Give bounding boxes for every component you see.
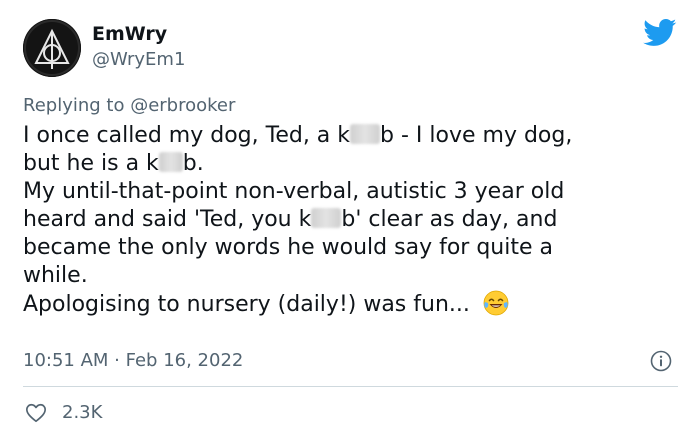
- info-icon[interactable]: [650, 350, 672, 372]
- tweet-line: heard and said 'Ted, you k b' clear as da…: [23, 206, 683, 234]
- tweet-line: while.: [23, 262, 683, 290]
- text-segment: heard and said 'Ted, you k: [23, 207, 312, 232]
- heart-icon: [26, 403, 46, 423]
- text-segment: while.: [23, 263, 88, 288]
- tweet-line: Apologising to nursery (daily!) was fun.…: [23, 290, 683, 319]
- divider: [23, 386, 678, 387]
- tweet-timestamp[interactable]: 10:51 AM · Feb 16, 2022: [23, 349, 243, 373]
- like-count: 2.3K: [62, 402, 103, 423]
- replying-to-prefix: Replying to: [23, 95, 131, 116]
- deathly-hallows-icon: [23, 19, 81, 77]
- tweet-line: I once called my dog, Ted, a k b - I love…: [23, 122, 683, 150]
- tweet-text: I once called my dog, Ted, a k b - I love…: [23, 122, 683, 319]
- text-segment: b.: [182, 151, 204, 176]
- like-button[interactable]: 2.3K: [25, 400, 102, 426]
- text-segment: My until-that-point non-verbal, autistic…: [23, 179, 565, 204]
- censored-word: [311, 208, 342, 228]
- tweet-line: My until-that-point non-verbal, autistic…: [23, 178, 683, 206]
- avatar[interactable]: [23, 19, 81, 77]
- censored-word: [158, 152, 183, 172]
- text-segment: but he is a k: [23, 151, 159, 176]
- text-segment: became the only words he would say for q…: [23, 235, 553, 260]
- text-segment: b - I love my dog,: [380, 123, 573, 148]
- twitter-bird-icon[interactable]: [643, 19, 677, 47]
- replying-to: Replying to @erbrooker: [23, 94, 235, 118]
- tweet-line: became the only words he would say for q…: [23, 234, 683, 262]
- tweet-card: EmWry @WryEm1 Replying to @erbrooker I o…: [0, 0, 700, 441]
- tweet-line: but he is a k b.: [23, 150, 683, 178]
- display-name[interactable]: EmWry: [92, 22, 167, 46]
- text-segment: Apologising to nursery (daily!) was fun.…: [23, 292, 477, 317]
- text-segment: b' clear as day, and: [341, 207, 558, 232]
- text-segment: I once called my dog, Ted, a k: [23, 123, 351, 148]
- face-with-tears-of-joy-icon: [483, 290, 509, 316]
- reply-user-link[interactable]: @erbrooker: [130, 95, 235, 116]
- user-handle[interactable]: @WryEm1: [92, 48, 185, 72]
- censored-word: [350, 124, 381, 144]
